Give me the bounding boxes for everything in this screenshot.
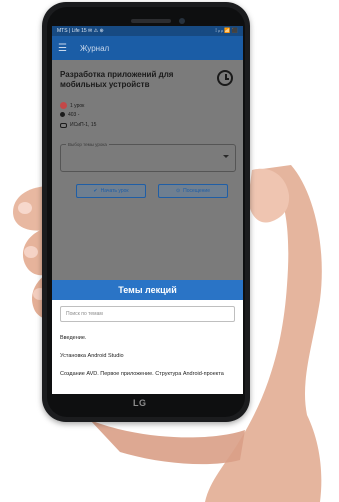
meta-group-text: ИСиП-1, 15 (70, 122, 97, 128)
speaker-grille (131, 19, 171, 23)
app-title: Журнал (80, 43, 110, 53)
attendance-button[interactable]: ⊙ Посещение (158, 184, 228, 198)
meta-group: ИСиП-1, 15 (60, 122, 96, 128)
meta-room: 403 - (60, 112, 79, 118)
topics-search-input[interactable]: Поиск по темам (60, 306, 235, 322)
clock-icon[interactable] (217, 70, 233, 86)
meta-lesson: 1 урок (60, 102, 84, 109)
check-icon: ✔ (93, 188, 98, 194)
topic-item[interactable]: Введение. (52, 334, 243, 342)
phone-screen: MTS | Life 15 ✉ ⚠ ⊕ ⁞ ᵢₗ ᵢₗ 📶 ⬛ ☰ Журнал… (52, 26, 243, 394)
course-title: Разработка приложений для мобильных устр… (60, 70, 174, 89)
group-icon (60, 122, 67, 128)
lecture-topics-sheet: Темы лекций Поиск по темам Введение. Уст… (52, 280, 243, 394)
attendance-label: Посещение (183, 188, 211, 194)
lesson-badge-icon (60, 102, 67, 109)
location-pin-icon (60, 112, 65, 118)
status-left: MTS | Life 15 ✉ ⚠ ⊕ (57, 28, 104, 34)
meta-room-text: 403 - (68, 112, 80, 118)
main-content: Разработка приложений для мобильных устр… (52, 60, 243, 394)
topic-item[interactable]: Создание AVD. Первое приложение. Структу… (52, 370, 243, 378)
device-logo: LG (133, 398, 147, 408)
topic-select-label: Выбор темы урока (66, 142, 109, 147)
start-lesson-button[interactable]: ✔ Начать урок (76, 184, 146, 198)
app-bar: ☰ Журнал (52, 36, 243, 60)
topic-item[interactable]: Установка Android Studio (52, 352, 243, 360)
status-right: ⁞ ᵢₗ ᵢₗ 📶 ⬛ (215, 28, 238, 34)
start-lesson-label: Начать урок (100, 188, 129, 194)
status-bar: MTS | Life 15 ✉ ⚠ ⊕ ⁞ ᵢₗ ᵢₗ 📶 ⬛ (52, 26, 243, 36)
topic-select[interactable]: Выбор темы урока (60, 142, 236, 172)
hamburger-icon[interactable]: ☰ (58, 43, 72, 54)
sheet-header: Темы лекций (52, 280, 243, 300)
meta-lesson-text: 1 урок (70, 102, 85, 109)
chevron-down-icon (223, 155, 229, 158)
front-camera (179, 18, 185, 24)
history-icon: ⊙ (175, 188, 181, 194)
